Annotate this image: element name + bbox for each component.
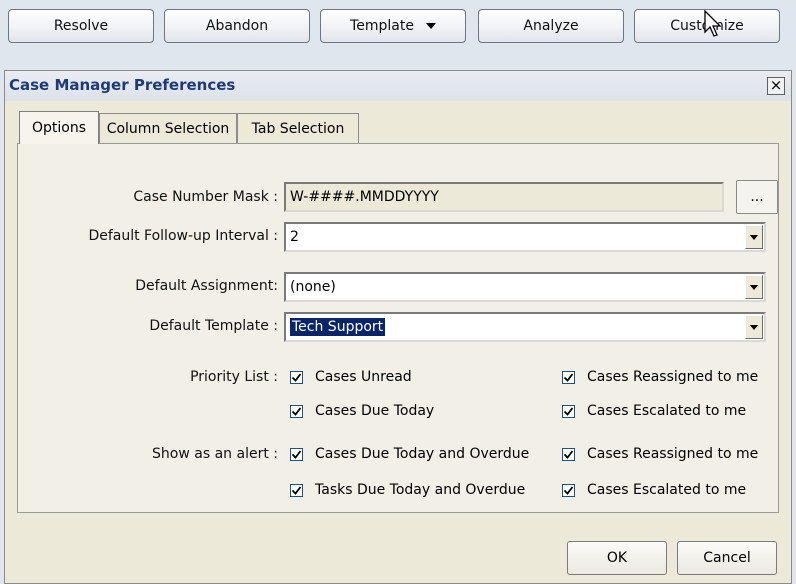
checkbox-label: Cases Escalated to me <box>587 403 747 419</box>
alert-cases-escalated-checkbox[interactable]: Cases Escalated to me <box>562 482 746 498</box>
checkmark-icon <box>562 404 575 418</box>
dialog-titlebar[interactable]: Case Manager Preferences × <box>5 71 791 101</box>
priority-cases-unread-checkbox[interactable]: Cases Unread <box>290 369 412 385</box>
checkmark-icon <box>562 370 575 384</box>
resolve-button[interactable]: Resolve <box>8 9 154 43</box>
show-as-alert-label: Show as an alert : <box>152 446 278 462</box>
checkbox-label: Cases Reassigned to me <box>587 369 759 385</box>
checkmark-icon <box>290 447 303 461</box>
follow-up-interval-label: Default Follow-up Interval : <box>88 228 278 244</box>
tab-options-label: Options <box>31 120 87 136</box>
checkmark-icon <box>290 404 303 418</box>
preferences-dialog: Case Manager Preferences × Options Colum… <box>4 70 792 584</box>
case-number-mask-label: Case Number Mask : <box>133 189 278 205</box>
cancel-button-label: Cancel <box>703 550 751 566</box>
chevron-down-icon[interactable] <box>745 275 763 299</box>
alert-cases-due-overdue-checkbox[interactable]: Cases Due Today and Overdue <box>290 446 529 462</box>
tab-tab-selection[interactable]: Tab Selection <box>237 113 359 143</box>
tab-tab-selection-label: Tab Selection <box>251 120 345 137</box>
options-panel: Case Number Mask : W-####.MMDDYYYY ... D… <box>17 143 779 513</box>
tab-options[interactable]: Options <box>19 111 99 144</box>
case-number-mask-value: W-####.MMDDYYYY <box>290 189 439 205</box>
default-template-value: Tech Support <box>290 318 386 336</box>
ok-button[interactable]: OK <box>567 541 667 575</box>
checkbox-label: Tasks Due Today and Overdue <box>315 482 526 498</box>
abandon-button-label: Abandon <box>205 18 269 34</box>
chevron-down-icon <box>425 23 436 29</box>
dialog-title: Case Manager Preferences <box>9 76 236 94</box>
alert-cases-reassigned-checkbox[interactable]: Cases Reassigned to me <box>562 446 758 462</box>
abandon-button[interactable]: Abandon <box>164 9 310 43</box>
tab-column-selection[interactable]: Column Selection <box>99 113 237 143</box>
default-assignment-label: Default Assignment: <box>135 278 278 294</box>
checkmark-icon <box>562 447 575 461</box>
checkmark-icon <box>290 370 303 384</box>
default-template-label: Default Template : <box>149 318 278 334</box>
close-icon[interactable]: × <box>767 77 785 95</box>
tab-column-selection-label: Column Selection <box>106 120 230 137</box>
priority-list-label: Priority List : <box>190 369 278 385</box>
priority-cases-due-today-checkbox[interactable]: Cases Due Today <box>290 403 434 419</box>
priority-cases-reassigned-checkbox[interactable]: Cases Reassigned to me <box>562 369 758 385</box>
case-toolbar: Resolve Abandon Template Analyze Customi… <box>0 0 796 58</box>
case-number-mask-field[interactable]: W-####.MMDDYYYY <box>284 182 724 212</box>
chevron-down-icon[interactable] <box>745 315 763 339</box>
checkbox-label: Cases Due Today and Overdue <box>315 446 530 462</box>
analyze-button[interactable]: Analyze <box>478 9 624 43</box>
follow-up-interval-select[interactable]: 2 <box>284 222 766 252</box>
case-number-mask-browse-button[interactable]: ... <box>736 180 778 214</box>
analyze-button-label: Analyze <box>523 18 579 34</box>
checkbox-label: Cases Escalated to me <box>587 482 747 498</box>
default-template-select[interactable]: Tech Support <box>284 312 766 342</box>
template-button-label: Template <box>350 18 414 34</box>
checkbox-label: Cases Due Today <box>315 403 435 419</box>
template-dropdown-button[interactable]: Template <box>320 9 466 43</box>
resolve-button-label: Resolve <box>53 18 109 34</box>
alert-tasks-due-overdue-checkbox[interactable]: Tasks Due Today and Overdue <box>290 482 525 498</box>
priority-cases-escalated-checkbox[interactable]: Cases Escalated to me <box>562 403 746 419</box>
mouse-pointer-icon <box>704 10 722 37</box>
ok-button-label: OK <box>606 550 628 566</box>
checkmark-icon <box>562 483 575 497</box>
cancel-button[interactable]: Cancel <box>677 541 777 575</box>
checkmark-icon <box>290 483 303 497</box>
checkbox-label: Cases Unread <box>315 369 412 385</box>
checkbox-label: Cases Reassigned to me <box>587 446 759 462</box>
default-assignment-value: (none) <box>290 279 336 295</box>
chevron-down-icon[interactable] <box>745 225 763 249</box>
default-assignment-select[interactable]: (none) <box>284 272 766 302</box>
follow-up-interval-value: 2 <box>290 229 299 245</box>
